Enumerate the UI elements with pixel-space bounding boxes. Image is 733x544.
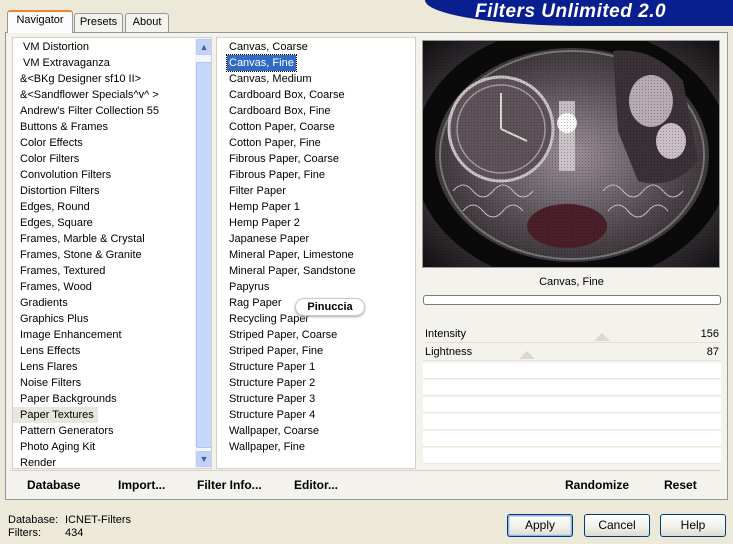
filter-item[interactable]: Mineral Paper, Limestone bbox=[227, 247, 356, 263]
category-item[interactable]: VM Distortion bbox=[13, 39, 89, 55]
category-item[interactable]: Edges, Square bbox=[13, 215, 93, 231]
scrollbar-thumb[interactable] bbox=[196, 62, 211, 448]
filter-list[interactable]: Canvas, Coarse Canvas, Fine Canvas, Medium… bbox=[216, 37, 416, 469]
filter-item[interactable]: Cotton Paper, Fine bbox=[227, 135, 323, 151]
category-item[interactable]: Paper Backgrounds bbox=[13, 391, 117, 407]
filter-item[interactable]: Structure Paper 1 bbox=[227, 359, 317, 375]
category-item[interactable]: Distortion Filters bbox=[13, 183, 99, 199]
filter-item[interactable]: Striped Paper, Fine bbox=[227, 343, 325, 359]
category-item[interactable]: Edges, Round bbox=[13, 199, 90, 215]
tab-navigator[interactable]: Navigator bbox=[7, 10, 73, 33]
category-item[interactable]: Convolution Filters bbox=[13, 167, 111, 183]
filter-item[interactable]: Canvas, Medium bbox=[227, 71, 314, 87]
import-button[interactable]: Import... bbox=[118, 478, 165, 492]
param-row-empty bbox=[423, 431, 721, 447]
category-item[interactable]: Image Enhancement bbox=[13, 327, 122, 343]
filter-item[interactable]: Fibrous Paper, Fine bbox=[227, 167, 327, 183]
param-label: Lightness bbox=[425, 346, 473, 358]
database-button[interactable]: Database bbox=[27, 478, 80, 492]
category-item[interactable]: Color Filters bbox=[13, 151, 79, 167]
category-item[interactable]: Color Effects bbox=[13, 135, 83, 151]
preview-filter-name: Canvas, Fine bbox=[539, 276, 604, 288]
category-item[interactable]: VM Extravaganza bbox=[13, 55, 110, 71]
param-label: Intensity bbox=[425, 328, 466, 340]
category-item[interactable]: Render bbox=[13, 455, 56, 468]
filter-item[interactable]: Hemp Paper 2 bbox=[227, 215, 302, 231]
help-button[interactable]: Help bbox=[660, 514, 726, 537]
filter-item[interactable]: Structure Paper 3 bbox=[227, 391, 317, 407]
category-item[interactable]: Gradients bbox=[13, 295, 68, 311]
param-row-intensity[interactable]: Intensity 156 bbox=[423, 326, 721, 343]
filter-item[interactable]: Structure Paper 2 bbox=[227, 375, 317, 391]
category-scrollbar[interactable]: ▲ ▼ bbox=[195, 38, 211, 468]
preview-artwork bbox=[423, 41, 719, 267]
filter-item[interactable]: Japanese Paper bbox=[227, 231, 311, 247]
param-row-empty bbox=[423, 380, 721, 396]
filter-item[interactable]: Filter Paper bbox=[227, 183, 288, 199]
filter-item[interactable]: Hemp Paper 1 bbox=[227, 199, 302, 215]
filter-item[interactable]: Mineral Paper, Sandstone bbox=[227, 263, 358, 279]
filter-item[interactable]: Striped Paper, Coarse bbox=[227, 327, 339, 343]
filter-info-button[interactable]: Filter Info... bbox=[197, 478, 262, 492]
database-value: ICNET-Filters bbox=[65, 514, 131, 526]
category-item[interactable]: Photo Aging Kit bbox=[13, 439, 95, 455]
editor-button[interactable]: Editor... bbox=[294, 478, 338, 492]
filters-count-value: 434 bbox=[65, 527, 84, 539]
category-item[interactable]: Buttons & Frames bbox=[13, 119, 108, 135]
param-row-empty bbox=[423, 448, 721, 464]
apply-button[interactable]: Apply bbox=[507, 514, 573, 537]
category-item[interactable]: Graphics Plus bbox=[13, 311, 88, 327]
param-value: 87 bbox=[706, 346, 719, 358]
filter-item[interactable]: Cotton Paper, Coarse bbox=[227, 119, 337, 135]
category-item[interactable]: &<Sandflower Specials^v^ > bbox=[13, 87, 159, 103]
category-list[interactable]: VM Distortion VM Extravaganza &<BKg Design… bbox=[12, 37, 212, 469]
category-item[interactable]: Pattern Generators bbox=[13, 423, 114, 439]
category-item[interactable]: Frames, Textured bbox=[13, 263, 105, 279]
category-item[interactable]: &<BKg Designer sf10 II> bbox=[13, 71, 141, 87]
filter-item[interactable]: Rag Paper bbox=[227, 295, 284, 311]
toolbar-separator bbox=[10, 470, 720, 471]
database-label: Database: bbox=[8, 514, 59, 526]
progress-bar bbox=[423, 295, 721, 305]
filter-item[interactable]: Canvas, Fine bbox=[226, 54, 297, 72]
cancel-button[interactable]: Cancel bbox=[584, 514, 650, 537]
tab-presets[interactable]: Presets bbox=[74, 13, 123, 32]
reset-button[interactable]: Reset bbox=[664, 478, 697, 492]
scroll-up-icon[interactable]: ▲ bbox=[196, 39, 211, 55]
tab-about[interactable]: About bbox=[125, 13, 169, 32]
filter-item[interactable]: Cardboard Box, Coarse bbox=[227, 87, 347, 103]
filter-item[interactable]: Canvas, Coarse bbox=[227, 39, 310, 55]
app-title-logo: Filters Unlimited 2.0 bbox=[475, 1, 667, 22]
category-item[interactable]: Frames, Stone & Granite bbox=[13, 247, 142, 263]
filter-item[interactable]: Fibrous Paper, Coarse bbox=[227, 151, 341, 167]
category-item[interactable]: Paper Textures bbox=[13, 407, 98, 423]
category-item[interactable]: Frames, Marble & Crystal bbox=[13, 231, 145, 247]
preview-image bbox=[422, 40, 720, 268]
filter-item[interactable]: Papyrus bbox=[227, 279, 271, 295]
filters-count-label: Filters: bbox=[8, 527, 41, 539]
param-row-lightness[interactable]: Lightness 87 bbox=[423, 344, 721, 361]
category-item[interactable]: Frames, Wood bbox=[13, 279, 92, 295]
category-item[interactable]: Noise Filters bbox=[13, 375, 81, 391]
filter-item[interactable]: Wallpaper, Coarse bbox=[227, 423, 321, 439]
param-value: 156 bbox=[700, 328, 719, 340]
category-item[interactable]: Lens Flares bbox=[13, 359, 77, 375]
randomize-button[interactable]: Randomize bbox=[565, 478, 629, 492]
slider-marker-icon[interactable] bbox=[594, 333, 611, 341]
filter-item[interactable]: Wallpaper, Fine bbox=[227, 439, 307, 455]
param-row-empty bbox=[423, 397, 721, 413]
category-item[interactable]: Lens Effects bbox=[13, 343, 80, 359]
filter-item[interactable]: Cardboard Box, Fine bbox=[227, 103, 333, 119]
watermark-stamp: Pinuccia bbox=[295, 298, 365, 316]
category-item[interactable]: Andrew's Filter Collection 55 bbox=[13, 103, 159, 119]
param-row-empty bbox=[423, 414, 721, 430]
filter-item[interactable]: Structure Paper 4 bbox=[227, 407, 317, 423]
slider-marker-icon[interactable] bbox=[518, 351, 535, 359]
param-row-empty bbox=[423, 363, 721, 379]
scroll-down-icon[interactable]: ▼ bbox=[196, 451, 211, 467]
